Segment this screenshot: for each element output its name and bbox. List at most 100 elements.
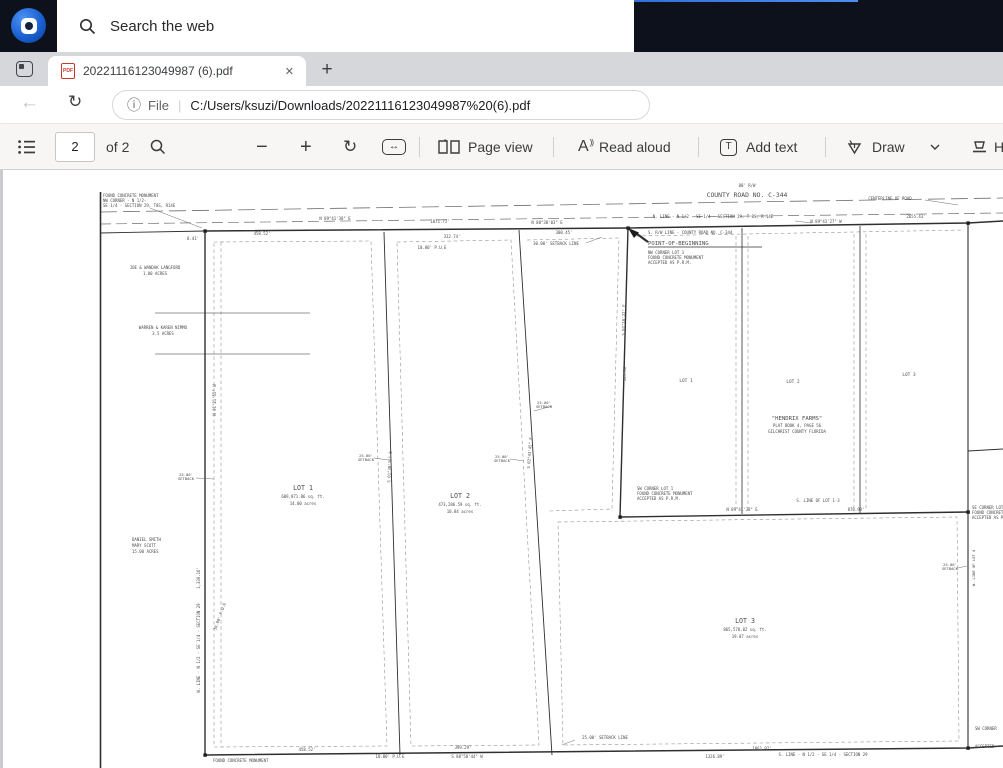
plat-label: 19.87 acres bbox=[732, 634, 759, 639]
plat-label: S. LINE - N 1/2 - SE 1/4 - SECTION 29 bbox=[778, 752, 868, 757]
refresh-button-icon[interactable]: ↻ bbox=[68, 92, 82, 112]
plat-label: N 01°21'55" W bbox=[212, 384, 217, 416]
plat-monument-markers bbox=[203, 221, 969, 756]
tab-title: 20221116123049987 (6).pdf bbox=[83, 64, 281, 78]
toolbar-divider bbox=[698, 137, 699, 157]
highlight-button[interactable]: H bbox=[971, 124, 1003, 170]
plat-label: N 89°43'27" W bbox=[810, 219, 842, 224]
draw-button[interactable]: Draw bbox=[846, 124, 905, 170]
pdf-icon-text: PDF bbox=[63, 68, 73, 74]
read-aloud-icon: A bbox=[578, 138, 589, 156]
url-text: C:/Users/ksuzi/Downloads/202211161230499… bbox=[190, 98, 530, 113]
page-count-label: of 2 bbox=[106, 124, 129, 170]
address-input[interactable]: ⓘ File | C:/Users/ksuzi/Downloads/202211… bbox=[112, 90, 650, 120]
plat-drawing: FOUND CONCRETE MONUMENTNW CORNER - N 1/2… bbox=[0, 170, 1003, 768]
toc-icon[interactable] bbox=[18, 124, 36, 170]
plat-label: 458.52' bbox=[299, 747, 316, 752]
fit-to-width-button[interactable]: ↔ bbox=[382, 124, 406, 170]
plat-label: GILCHRIST COUNTY FLORIDA bbox=[768, 429, 826, 434]
add-text-icon: T bbox=[720, 139, 737, 156]
highlight-label: H bbox=[994, 139, 1003, 155]
logo-dot bbox=[25, 22, 33, 30]
plat-label: S. LINE OF LOT 1-3 bbox=[796, 498, 840, 503]
toolbar-divider bbox=[419, 137, 420, 157]
plat-label: ACCEPTED bbox=[975, 744, 995, 749]
read-aloud-button[interactable]: A )) Read aloud bbox=[578, 124, 671, 170]
plat-label: N 89°41'38" E bbox=[319, 216, 351, 221]
plat-label: POINT-OF-BEGINNING bbox=[648, 241, 709, 247]
plat-label: SETBACK bbox=[494, 458, 511, 463]
plat-label: 335.36' bbox=[622, 365, 627, 382]
plat-label: W. LINE OF LOT 4 bbox=[971, 549, 976, 586]
plat-label: PLAT BOOK 4, PAGE 56 bbox=[773, 423, 822, 428]
plat-label: ACCEPTED AS P.R.M. bbox=[648, 260, 691, 265]
plat-label: S 88°58'44" W bbox=[451, 754, 483, 759]
plat-label: 8.41' bbox=[187, 236, 199, 241]
pdf-toolbar: 2 of 2 − + ↻ ↔ Page view A )) Read a bbox=[0, 124, 1003, 170]
plat-label: 2655.43' bbox=[906, 214, 925, 219]
plat-label: "HENDRIX FARMS" bbox=[772, 416, 823, 422]
plat-label: LOT 3 bbox=[735, 617, 755, 625]
url-divider: | bbox=[178, 98, 181, 113]
page-view-icon bbox=[438, 139, 460, 155]
table-of-contents-icon bbox=[18, 140, 36, 154]
back-button-icon[interactable]: ← bbox=[20, 92, 39, 114]
zoom-in-button[interactable]: + bbox=[300, 124, 312, 170]
new-tab-button[interactable]: + bbox=[314, 57, 340, 83]
read-aloud-label: Read aloud bbox=[599, 139, 671, 155]
plat-label: 30.00' SETBACK LINE bbox=[533, 241, 579, 246]
page-view-button[interactable]: Page view bbox=[438, 124, 533, 170]
plat-linework bbox=[100, 192, 1003, 768]
plat-label: N 89°41'38" E bbox=[726, 507, 758, 512]
zoom-out-button[interactable]: − bbox=[256, 124, 268, 170]
plat-label: DANIEL SMITH bbox=[132, 537, 161, 542]
plat-label: ACCEPTED AS P.R.M. bbox=[972, 515, 1003, 520]
plat-label: 312.74' bbox=[444, 234, 461, 239]
plat-label: N 88°38'03" E bbox=[531, 220, 563, 225]
plat-label: 10.84 acres bbox=[447, 509, 474, 514]
add-text-button[interactable]: T Add text bbox=[720, 124, 797, 170]
plat-label: N. LINE - N 1/2 - SE 1/4 - SECTION 29, T… bbox=[653, 214, 774, 219]
search-icon bbox=[79, 18, 96, 35]
plat-label: 30.00' P.U.E bbox=[212, 602, 227, 631]
tab-actions-icon[interactable] bbox=[16, 61, 33, 77]
plat-label: 1071.71' bbox=[430, 219, 449, 224]
web-search-box[interactable]: Search the web bbox=[57, 0, 634, 52]
pdf-tab[interactable]: PDF 20221116123049987 (6).pdf ✕ bbox=[48, 56, 306, 86]
plat-label: S 02°43'45" E bbox=[526, 437, 533, 469]
draw-options-chevron-icon[interactable] bbox=[930, 124, 940, 170]
plat-label: CENTERLINE OF ROAD bbox=[868, 196, 912, 201]
find-in-document-button[interactable] bbox=[150, 124, 166, 170]
plat-label: JOE & WANDAK LANGFORD bbox=[130, 265, 181, 270]
url-scheme-label: File bbox=[148, 98, 169, 113]
rotate-button[interactable]: ↻ bbox=[343, 124, 357, 170]
browser-window: Search the web PDF 20221116123049987 (6)… bbox=[0, 0, 1003, 768]
plat-label: LOT 2 bbox=[786, 379, 800, 385]
plat-label: 473,286.59 sq. ft. bbox=[438, 502, 481, 507]
plat-label: SETBACK bbox=[178, 476, 195, 481]
plat-label: 25.00' SETBACK LINE bbox=[582, 735, 628, 740]
plat-labels: FOUND CONCRETE MONUMENTNW CORNER - N 1/2… bbox=[103, 183, 1003, 763]
plat-label: S 01°18'22" E bbox=[621, 304, 627, 336]
plat-label: 10.00' P.U.E bbox=[418, 245, 447, 250]
tab-close-icon[interactable]: ✕ bbox=[281, 63, 298, 80]
plat-label: 300.45' bbox=[556, 230, 573, 235]
search-icon bbox=[150, 139, 166, 155]
plat-label: SW CORNER bbox=[975, 726, 997, 731]
tab-strip: PDF 20221116123049987 (6).pdf ✕ + bbox=[0, 52, 1003, 86]
sound-waves-icon: )) bbox=[590, 138, 593, 147]
plat-label: SETBACK bbox=[536, 404, 553, 409]
plat-label: 3.5 ACRES bbox=[152, 331, 174, 336]
toolbar-divider bbox=[553, 137, 554, 157]
plat-label: 609,871.86 sq. ft. bbox=[281, 494, 324, 499]
plat-label: 80' R/W bbox=[739, 183, 756, 188]
plat-label: LOT 1 bbox=[679, 378, 693, 384]
plat-label: 10.00' P.U.E bbox=[376, 754, 405, 759]
plat-label: 1061.97' bbox=[752, 746, 771, 751]
page-info-icon[interactable]: ⓘ bbox=[127, 95, 141, 115]
launcher-logo-icon[interactable] bbox=[11, 8, 46, 43]
pdf-page[interactable]: FOUND CONCRETE MONUMENTNW CORNER - N 1/2… bbox=[0, 170, 1003, 768]
address-bar-row: ← ↻ ⓘ File | C:/Users/ksuzi/Downloads/20… bbox=[0, 86, 1003, 124]
page-number-input[interactable]: 2 bbox=[55, 132, 95, 162]
topbar-accent-line bbox=[618, 0, 858, 2]
